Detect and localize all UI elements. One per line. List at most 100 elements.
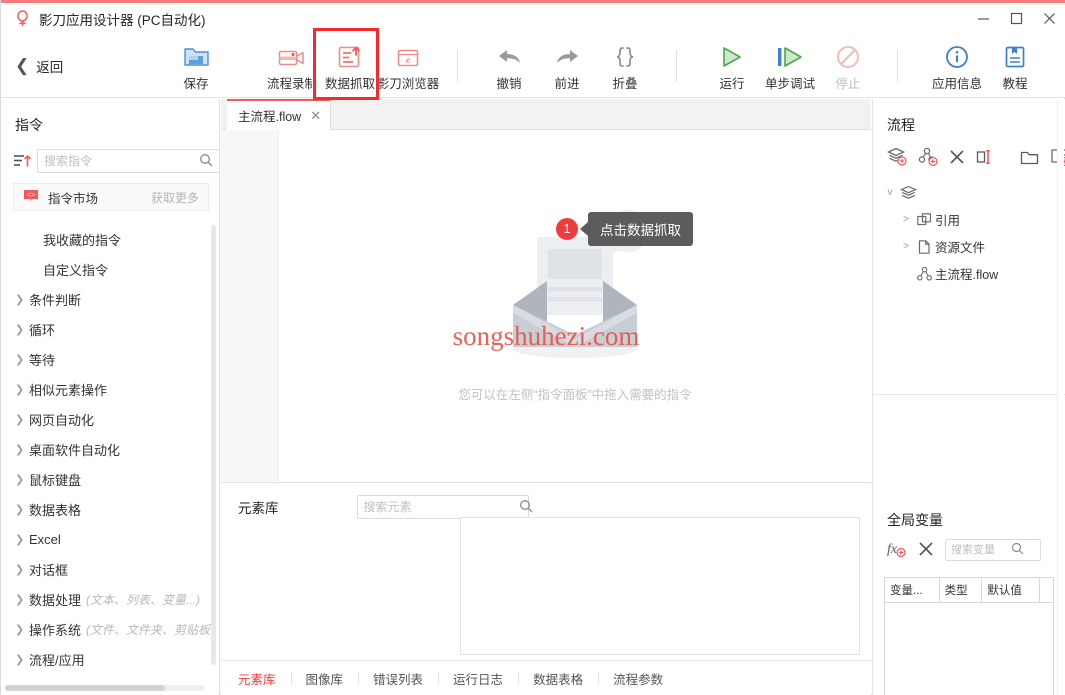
tree-item-excel[interactable]: ❯ Excel bbox=[1, 524, 220, 554]
flow-tree-item-reference[interactable]: > 引用 bbox=[873, 206, 1065, 233]
layers-icon bbox=[897, 185, 919, 201]
flow-tree-label: 主流程.flow bbox=[935, 268, 999, 282]
tree-item-loop[interactable]: ❯ 循环 bbox=[1, 314, 220, 344]
column-header-type[interactable]: 类型 bbox=[939, 578, 983, 603]
tree-item-desktop-automation[interactable]: ❯ 桌面软件自动化 bbox=[1, 434, 220, 464]
empty-canvas-hint: 您可以在左侧“指令面板”中拖入需要的指令 bbox=[458, 387, 692, 402]
toolbar-label: 数据抓取 bbox=[324, 77, 375, 91]
chevron-down-icon: v bbox=[887, 187, 893, 198]
search-variable-field[interactable] bbox=[945, 539, 1041, 561]
tree-item-label: 鼠标键盘 bbox=[29, 472, 82, 488]
toolbar-item-save[interactable]: 保存 bbox=[167, 36, 225, 96]
tab-data-table[interactable]: 数据表格 bbox=[518, 669, 598, 688]
toolbar-item-browser[interactable]: e 影刀浏览器 bbox=[376, 36, 440, 96]
toolbar-item-step-debug[interactable]: 单步调试 bbox=[761, 36, 819, 96]
column-header-spacer bbox=[1039, 578, 1053, 603]
delete-x-icon[interactable] bbox=[949, 149, 965, 168]
minimize-button[interactable] bbox=[967, 3, 1000, 34]
toolbar-item-collapse[interactable]: 折叠 bbox=[596, 36, 654, 96]
tree-item-condition[interactable]: ❯ 条件判断 bbox=[1, 284, 220, 314]
back-button[interactable]: ❮ 返回 bbox=[15, 56, 89, 76]
window-controls bbox=[967, 3, 1065, 34]
toolbar-item-run[interactable]: 运行 bbox=[703, 36, 761, 96]
market-more-link[interactable]: 获取更多 bbox=[151, 189, 199, 206]
add-flow-icon[interactable] bbox=[918, 147, 938, 169]
maximize-button[interactable] bbox=[1000, 3, 1033, 34]
chevron-right-icon: ❯ bbox=[15, 563, 25, 576]
toolbar-item-stop[interactable]: 停止 bbox=[819, 36, 877, 96]
toolbar-item-app-info[interactable]: 应用信息 bbox=[928, 36, 986, 96]
flow-canvas[interactable]: 您可以在左侧“指令面板”中拖入需要的指令 bbox=[279, 130, 871, 481]
tab-flow-params[interactable]: 流程参数 bbox=[598, 669, 678, 688]
callout-arrow bbox=[580, 222, 588, 236]
chevron-right-icon: ❯ bbox=[15, 413, 25, 426]
search-instruction-field[interactable] bbox=[37, 149, 220, 173]
tree-item-data-table[interactable]: ❯ 数据表格 bbox=[1, 494, 220, 524]
element-list-box[interactable] bbox=[460, 517, 860, 655]
market-bookmark-icon: <> bbox=[23, 189, 39, 205]
toolbar-label: 教程 bbox=[1002, 77, 1028, 91]
toolbar-label: 影刀浏览器 bbox=[376, 77, 440, 91]
tree-item-mouse-keyboard[interactable]: ❯ 鼠标键盘 bbox=[1, 464, 220, 494]
tab-strip: 主流程.flow ✕ bbox=[221, 99, 871, 130]
tree-item-similar-elements[interactable]: ❯ 相似元素操作 bbox=[1, 374, 220, 404]
window-scrollbar[interactable] bbox=[1057, 99, 1064, 695]
search-icon bbox=[1011, 542, 1024, 558]
back-label: 返回 bbox=[36, 59, 64, 75]
toolbar-label: 前进 bbox=[554, 77, 580, 91]
flow-panel-toolbar bbox=[873, 135, 1065, 169]
column-header-default[interactable]: 默认值 bbox=[981, 578, 1040, 603]
delete-x-icon[interactable] bbox=[918, 541, 934, 560]
reference-icon bbox=[913, 212, 935, 228]
toolbar-item-undo[interactable]: 撤销 bbox=[480, 36, 538, 96]
global-variables-table: 变量... 类型 默认值 bbox=[884, 577, 1054, 695]
flow-tree-item-main-flow[interactable]: 主流程.flow bbox=[873, 260, 1065, 287]
folder-save-icon bbox=[183, 39, 210, 69]
instruction-sidebar: 指令 <> bbox=[1, 99, 220, 695]
tab-error-list[interactable]: 错误列表 bbox=[358, 669, 438, 688]
tree-item-web-automation[interactable]: ❯ 网页自动化 bbox=[1, 404, 220, 434]
toolbar-item-redo[interactable]: 前进 bbox=[538, 36, 596, 96]
tree-item-label: 我收藏的指令 bbox=[43, 232, 122, 248]
tree-item-data-processing[interactable]: ❯ 数据处理 (文本、列表、变量...) bbox=[1, 584, 220, 614]
sort-ascending-icon[interactable] bbox=[13, 151, 31, 171]
tree-item-flow-app[interactable]: ❯ 流程/应用 bbox=[1, 644, 220, 674]
tab-element-library[interactable]: 元素库 bbox=[238, 669, 291, 688]
tree-item-sublabel: (文件、文件夹、剪贴板 bbox=[86, 622, 211, 637]
add-layers-icon[interactable] bbox=[886, 147, 907, 169]
sidebar-horizontal-scrollbar[interactable] bbox=[5, 685, 205, 691]
search-input[interactable] bbox=[363, 500, 519, 514]
sidebar-vertical-scrollbar[interactable] bbox=[211, 225, 216, 665]
tree-item-favorites[interactable]: 我收藏的指令 bbox=[1, 224, 220, 254]
tab-image-library[interactable]: 图像库 bbox=[290, 669, 359, 688]
element-library-panel: 元素库 + 捕获新元素 元素库 bbox=[221, 482, 1065, 695]
close-icon[interactable]: ✕ bbox=[310, 108, 321, 124]
add-variable-fx-icon[interactable]: fx bbox=[887, 539, 907, 561]
tab-main-flow[interactable]: 主流程.flow ✕ bbox=[227, 99, 332, 130]
tree-item-dialog[interactable]: ❯ 对话框 bbox=[1, 554, 220, 584]
tree-item-operating-system[interactable]: ❯ 操作系统 (文件、文件夹、剪贴板 bbox=[1, 614, 220, 644]
tree-item-label: 循环 bbox=[29, 322, 56, 338]
tree-item-label: 数据处理 bbox=[29, 592, 82, 608]
toolbar-item-data-capture[interactable]: 数据抓取 bbox=[321, 36, 379, 96]
close-button[interactable] bbox=[1033, 3, 1065, 34]
rename-icon[interactable] bbox=[976, 149, 994, 168]
search-input[interactable] bbox=[951, 544, 1011, 556]
tab-run-log[interactable]: 运行日志 bbox=[438, 669, 518, 688]
instruction-market-row[interactable]: <> 指令市场 获取更多 bbox=[13, 183, 209, 211]
search-element-field[interactable] bbox=[356, 495, 532, 519]
onboarding-callout: 1 点击数据抓取 bbox=[556, 212, 693, 246]
sidebar-search-row bbox=[13, 149, 220, 173]
flow-tree-root[interactable]: v bbox=[873, 179, 1065, 206]
tree-item-custom[interactable]: 自定义指令 bbox=[1, 254, 220, 284]
play-icon bbox=[719, 39, 745, 69]
tree-item-wait[interactable]: ❯ 等待 bbox=[1, 344, 220, 374]
search-input[interactable] bbox=[44, 154, 199, 168]
flow-tree-item-resources[interactable]: > 资源文件 bbox=[873, 233, 1065, 260]
folder-icon[interactable] bbox=[1020, 149, 1039, 168]
toolbar-item-tutorial[interactable]: 教程 bbox=[986, 36, 1044, 96]
toolbar-item-flow-record[interactable]: 流程录制 bbox=[263, 36, 321, 96]
toolbar-label: 保存 bbox=[183, 77, 209, 91]
column-header-name[interactable]: 变量... bbox=[885, 578, 940, 603]
video-record-icon bbox=[278, 39, 306, 69]
